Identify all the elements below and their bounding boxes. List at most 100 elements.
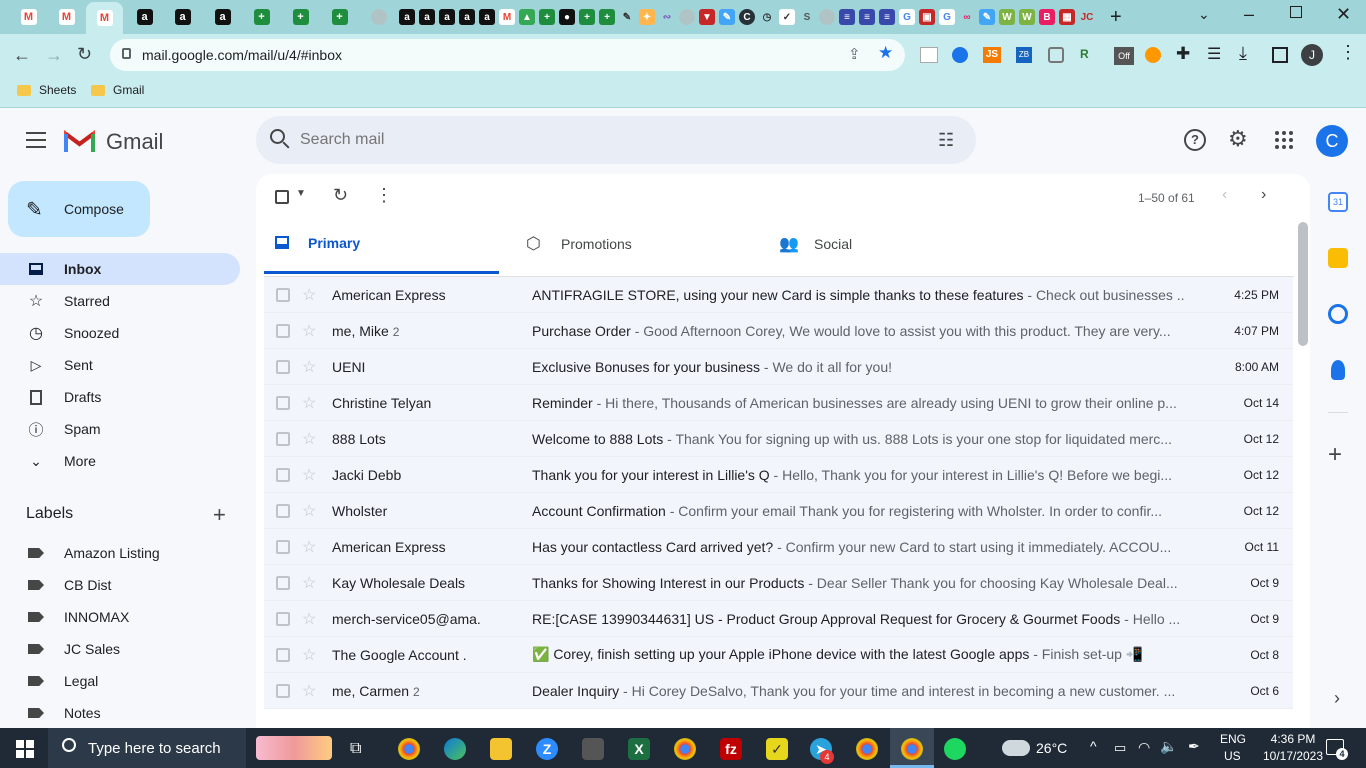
excel-taskbar-icon[interactable]: X <box>628 738 650 760</box>
search-input[interactable] <box>300 128 900 152</box>
tasks-icon[interactable] <box>1328 304 1348 324</box>
app-favicon-icon[interactable]: C <box>739 9 755 25</box>
more-options-icon[interactable]: ⋮ <box>375 185 393 206</box>
profile-avatar[interactable]: J <box>1301 44 1323 66</box>
chrome-taskbar-icon[interactable] <box>398 738 420 760</box>
show-side-panel-chevron-icon[interactable]: › <box>1334 688 1340 709</box>
app-favicon-icon[interactable]: ✎ <box>979 9 995 25</box>
reload-button[interactable]: ↻ <box>77 45 92 63</box>
email-row[interactable]: ☆ Kay Wholesale Deals Thanks for Showing I… <box>264 565 1293 601</box>
tab-gmail-1[interactable]: M <box>10 4 47 30</box>
row-checkbox[interactable] <box>276 395 290 410</box>
wifi-icon[interactable]: ◠ <box>1138 739 1150 756</box>
pen-menu-icon[interactable]: ✒ <box>1188 738 1200 755</box>
drive-favicon-icon[interactable]: ▲ <box>519 9 535 25</box>
clock-time[interactable]: 4:36 PM <box>1262 732 1324 746</box>
show-hidden-icons-chevron-icon[interactable]: ^ <box>1090 738 1097 754</box>
row-checkbox[interactable] <box>276 503 290 518</box>
star-icon[interactable]: ☆ <box>302 429 316 449</box>
user-favicon-icon[interactable]: ● <box>559 9 575 25</box>
tab-primary[interactable]: Primary <box>264 214 499 274</box>
forward-button[interactable]: → <box>45 46 63 64</box>
app-favicon-icon[interactable]: ∞ <box>959 9 975 25</box>
amazon-favicon-icon[interactable]: a <box>459 9 475 25</box>
new-tab-button[interactable]: + <box>1110 6 1122 29</box>
label-legal[interactable]: Legal <box>0 665 240 697</box>
app-favicon-icon[interactable]: S <box>799 9 815 25</box>
main-menu-icon[interactable] <box>26 132 46 148</box>
email-row[interactable]: ☆ me, Carmen 2 Dealer Inquiry - Hi Corey De… <box>264 673 1293 709</box>
tab-social[interactable]: 👥 Social <box>771 214 1006 274</box>
volume-icon[interactable]: 🔈 <box>1160 738 1177 755</box>
star-icon[interactable]: ☆ <box>302 285 316 305</box>
globe-icon[interactable] <box>679 9 695 25</box>
tab-search-chevron-icon[interactable]: ⌄ <box>1198 6 1210 23</box>
bookmark-sheets[interactable]: Sheets <box>17 83 76 97</box>
tab-sheets-1[interactable]: + <box>243 4 280 30</box>
app-favicon-icon[interactable]: ✦ <box>639 9 655 25</box>
back-button[interactable]: ← <box>13 46 31 64</box>
row-checkbox[interactable] <box>276 647 290 662</box>
email-row[interactable]: ☆ UENI Exclusive Bonuses for your business… <box>264 349 1293 385</box>
share-icon[interactable]: ⇪ <box>848 45 861 63</box>
tab-sheets-3[interactable]: + <box>321 4 358 30</box>
extension-icon[interactable]: JS <box>983 47 1001 63</box>
app-favicon-icon[interactable]: ▼ <box>699 9 715 25</box>
extension-icon[interactable] <box>1145 47 1161 63</box>
contacts-icon[interactable] <box>1331 360 1345 380</box>
tab-gmail-active[interactable]: M <box>86 2 123 34</box>
newer-page-chevron-icon[interactable]: ‹ <box>1222 186 1227 204</box>
star-icon[interactable]: ☆ <box>302 357 316 377</box>
google-favicon-icon[interactable]: G <box>939 9 955 25</box>
keep-icon[interactable] <box>1328 248 1348 268</box>
email-row[interactable]: ☆ 888 Lots Welcome to 888 Lots - Thank You… <box>264 421 1293 457</box>
spotify-taskbar-icon[interactable] <box>944 738 966 760</box>
star-icon[interactable]: ☆ <box>302 321 316 341</box>
battery-icon[interactable]: ▭ <box>1114 740 1126 756</box>
app-favicon-icon[interactable]: W <box>1019 9 1035 25</box>
star-icon[interactable]: ☆ <box>302 537 316 557</box>
create-label-plus-icon[interactable]: + <box>213 502 226 528</box>
calculator-icon[interactable] <box>582 738 604 760</box>
nav-spam[interactable]: ⓘ Spam <box>0 413 240 445</box>
plus-favicon-icon[interactable]: + <box>599 9 615 25</box>
star-icon[interactable]: ☆ <box>302 501 316 521</box>
star-icon[interactable]: ☆ <box>302 609 316 629</box>
email-row[interactable]: ☆ merch-service05@ama. RE:[CASE 1399034463… <box>264 601 1293 637</box>
older-page-chevron-icon[interactable]: › <box>1261 186 1266 204</box>
downloads-icon[interactable]: ⤓ <box>1239 43 1247 64</box>
search-options-icon[interactable]: ☷ <box>938 130 954 151</box>
side-panel-icon[interactable] <box>1272 47 1288 63</box>
star-icon[interactable]: ☆ <box>302 573 316 593</box>
nav-more[interactable]: ⌄ More <box>0 445 240 477</box>
label-amazon-listing[interactable]: Amazon Listing <box>0 537 240 569</box>
app-favicon-icon[interactable]: B <box>1039 9 1055 25</box>
forms-favicon-icon[interactable]: ≡ <box>839 9 855 25</box>
weather-cloud-icon[interactable] <box>1002 740 1030 756</box>
chrome-active-taskbar-button[interactable] <box>890 728 934 768</box>
calendar-icon[interactable]: 31 <box>1328 192 1348 212</box>
star-icon[interactable]: ☆ <box>302 681 316 701</box>
file-explorer-icon[interactable] <box>490 738 512 760</box>
select-all-checkbox[interactable] <box>275 190 289 204</box>
row-checkbox[interactable] <box>276 359 290 374</box>
forms-favicon-icon[interactable]: ≡ <box>859 9 875 25</box>
row-checkbox[interactable] <box>276 611 290 626</box>
tab-amazon-2[interactable]: a <box>164 4 201 30</box>
nav-drafts[interactable]: Drafts <box>0 381 240 413</box>
language-indicator[interactable]: ENG <box>1220 732 1246 746</box>
weather-temperature[interactable]: 26°C <box>1036 740 1067 756</box>
amazon-favicon-icon[interactable]: a <box>479 9 495 25</box>
label-notes[interactable]: Notes <box>0 697 240 729</box>
tab-blank[interactable] <box>360 4 397 30</box>
extension-icon[interactable] <box>952 47 968 63</box>
get-addons-plus-icon[interactable]: + <box>1328 441 1342 469</box>
task-view-icon[interactable]: ⧉ <box>350 740 361 758</box>
plus-favicon-icon[interactable]: + <box>579 9 595 25</box>
row-checkbox[interactable] <box>276 323 290 338</box>
extension-icon[interactable] <box>920 47 938 63</box>
google-favicon-icon[interactable]: G <box>899 9 915 25</box>
email-row[interactable]: ☆ The Google Account . ✅ Corey, finish set… <box>264 637 1293 673</box>
close-window-button[interactable]: ✕ <box>1336 4 1351 25</box>
amazon-favicon-icon[interactable]: a <box>439 9 455 25</box>
